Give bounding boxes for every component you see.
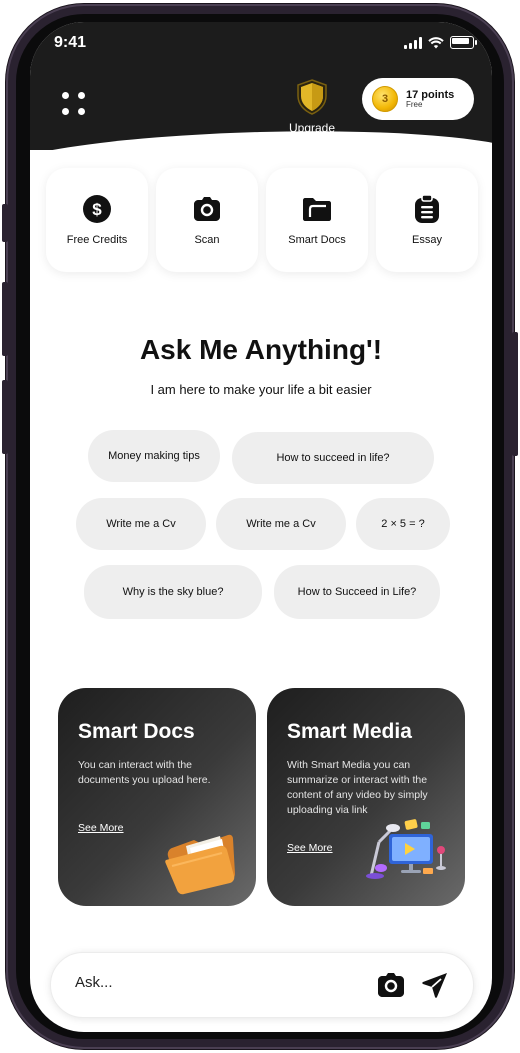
suggestion-chip[interactable]: How to Succeed in Life? <box>274 565 440 619</box>
wifi-icon <box>428 36 444 48</box>
menu-grid-icon[interactable] <box>62 92 86 116</box>
shield-icon <box>297 79 327 115</box>
suggestion-chip[interactable]: Write me a Cv <box>216 498 346 550</box>
battery-icon <box>450 36 477 49</box>
camera-icon[interactable] <box>377 971 405 999</box>
dollar-icon: $ <box>83 195 111 223</box>
upgrade-button[interactable]: Upgrade <box>282 78 342 135</box>
scan-button[interactable]: Scan <box>156 168 258 272</box>
smart-docs-button[interactable]: Smart Docs <box>266 168 368 272</box>
tile-label: Essay <box>412 234 442 246</box>
plan-label: Free <box>406 99 423 109</box>
see-more-link[interactable]: See More <box>78 822 124 834</box>
see-more-link[interactable]: See More <box>287 842 333 854</box>
tile-label: Free Credits <box>66 234 128 246</box>
app-screen: 9:41 Upgrade 3 17 points Free $ Free Cre… <box>30 22 492 1032</box>
side-button-volume-up <box>2 282 8 356</box>
header-bar: 9:41 Upgrade 3 17 points Free <box>30 22 492 150</box>
side-button-action <box>2 204 8 242</box>
suggestion-chip[interactable]: Money making tips <box>88 430 220 482</box>
side-button-volume-down <box>2 380 8 454</box>
status-time: 9:41 <box>54 34 87 51</box>
status-icons <box>404 36 477 49</box>
suggestion-chip[interactable]: Write me a Cv <box>76 498 206 550</box>
quick-actions: $ Free Credits Scan Smart Docs Essay <box>46 168 478 272</box>
ask-bar <box>50 952 474 1018</box>
card-description: With Smart Media you can summarize or in… <box>287 759 428 816</box>
smart-docs-card[interactable]: Smart Docs You can interact with the doc… <box>58 688 256 906</box>
points-count: 17 points <box>406 88 455 101</box>
svg-text:$: $ <box>92 200 102 219</box>
suggestion-chip[interactable]: How to succeed in life? <box>232 432 434 484</box>
clipboard-icon <box>415 194 439 223</box>
ask-input[interactable] <box>73 973 357 992</box>
tile-label: Smart Docs <box>288 234 346 246</box>
suggestion-chip[interactable]: Why is the sky blue? <box>84 565 262 619</box>
folder-icon <box>303 198 331 221</box>
coin-icon: 3 <box>372 86 398 112</box>
camera-icon <box>194 197 220 221</box>
card-title: Smart Docs <box>78 720 195 743</box>
essay-button[interactable]: Essay <box>376 168 478 272</box>
send-icon[interactable] <box>421 971 449 999</box>
points-badge[interactable]: 3 17 points Free <box>362 78 474 120</box>
suggestion-chip[interactable]: 2 × 5 = ? <box>356 498 450 550</box>
side-button-power <box>512 332 518 456</box>
card-description: You can interact with the documents you … <box>78 759 211 786</box>
smart-media-card[interactable]: Smart Media With Smart Media you can sum… <box>267 688 465 906</box>
tile-label: Scan <box>194 234 220 246</box>
free-credits-button[interactable]: $ Free Credits <box>46 168 148 272</box>
media-illustration-icon <box>366 819 446 879</box>
signal-icon <box>404 36 422 49</box>
hero-title: Ask Me Anything'! <box>139 334 383 365</box>
hero-subtitle: I am here to make your life a bit easier <box>150 382 372 397</box>
folder-illustration-icon <box>165 834 235 895</box>
card-title: Smart Media <box>287 720 412 743</box>
